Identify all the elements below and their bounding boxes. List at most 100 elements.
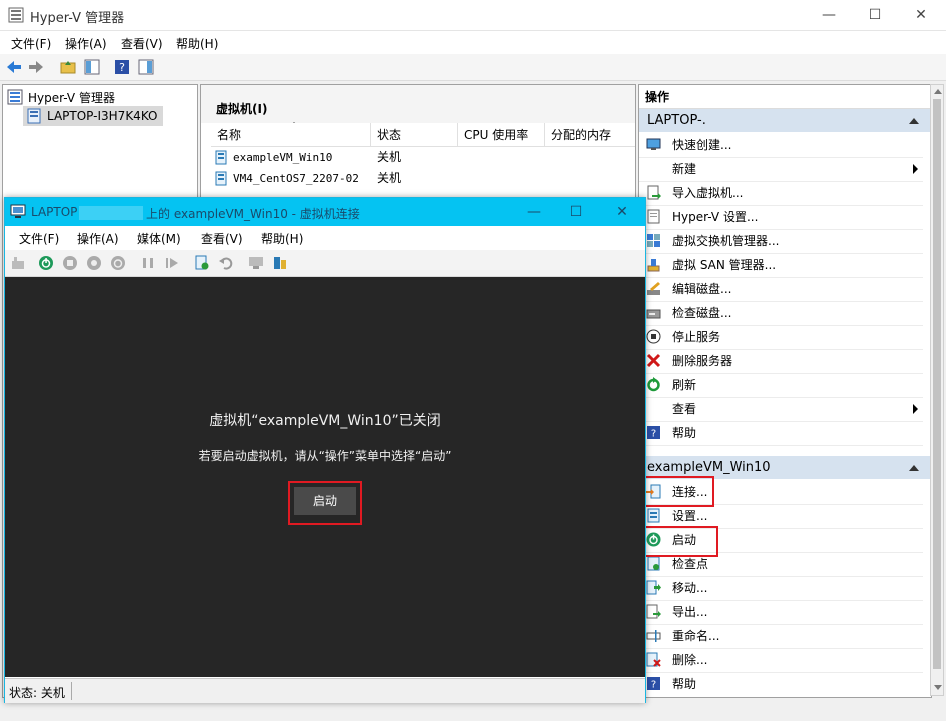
server-section-label: LAPTOP-. [647, 113, 706, 128]
vm-close-button[interactable]: ✕ [599, 198, 645, 226]
revert-icon[interactable] [218, 255, 234, 271]
back-arrow-icon[interactable] [5, 58, 23, 76]
vm-menu-media[interactable]: 媒体(M) [137, 230, 181, 247]
help-icon: ? [647, 426, 660, 440]
maximize-button[interactable]: ☐ [852, 0, 898, 30]
maximize-icon: ☐ [569, 204, 583, 220]
virtual-san-icon [647, 259, 660, 272]
vm-menu-help[interactable]: 帮助(H) [261, 230, 303, 247]
vm-maximize-button[interactable]: ☐ [553, 198, 599, 226]
vm-list-title: 虚拟机(I) [216, 102, 268, 116]
action-view[interactable]: 查看 [639, 397, 923, 422]
server-icon [27, 108, 41, 124]
action-export[interactable]: 导出... [639, 600, 923, 625]
vm-display[interactable]: 虚拟机“exampleVM_Win10”已关闭 若要启动虚拟机，请从“操作”菜单… [5, 277, 645, 677]
scroll-down-arrow-icon[interactable] [934, 685, 942, 690]
action-hyperv-settings[interactable]: Hyper-V 设置... [639, 205, 923, 230]
checkpoint-icon[interactable] [194, 255, 210, 271]
action-remove-server[interactable]: 删除服务器 [639, 349, 923, 374]
tree-root-label[interactable]: Hyper-V 管理器 [28, 89, 115, 106]
scroll-up-arrow-icon[interactable] [934, 89, 942, 94]
forward-arrow-icon[interactable] [27, 58, 45, 76]
menu-bar: 文件(F) 操作(A) 查看(V) 帮助(H) [0, 31, 946, 54]
share-icon[interactable] [272, 255, 288, 271]
inspect-disk-icon [646, 309, 661, 319]
show-tree-icon[interactable] [83, 58, 101, 76]
highlight-connect [637, 476, 714, 507]
collapse-icon [909, 118, 919, 124]
help-icon[interactable]: ? [113, 58, 131, 76]
shutdown-icon[interactable] [86, 255, 102, 271]
vm-menu-view[interactable]: 查看(V) [201, 230, 243, 247]
action-import-vm[interactable]: 导入虚拟机... [639, 181, 923, 206]
column-state[interactable]: 状态 [371, 123, 458, 147]
vm-name: exampleVM_Win10 [233, 151, 333, 164]
save-state-icon[interactable] [110, 255, 126, 271]
action-edit-disk[interactable]: 编辑磁盘... [639, 277, 923, 302]
action-virtual-switch-manager[interactable]: 虚拟交换机管理器... [639, 229, 923, 254]
action-inspect-disk[interactable]: 检查磁盘... [639, 301, 923, 326]
virtual-switch-icon [647, 234, 660, 247]
action-help-vm[interactable]: ? 帮助 [639, 672, 923, 696]
close-button[interactable]: ✕ [898, 0, 944, 30]
action-new[interactable]: 新建 [639, 157, 923, 182]
action-virtual-san-manager[interactable]: 虚拟 SAN 管理器... [639, 253, 923, 278]
toolbar: ? [0, 54, 946, 81]
vm-settings-icon [647, 508, 660, 523]
menu-file[interactable]: 文件(F) [11, 35, 51, 52]
remove-x-icon [646, 353, 661, 368]
minimize-icon: — [822, 7, 836, 23]
vm-row[interactable]: VM4_CentOS7_2207-02 关机 [211, 168, 635, 189]
title-bar[interactable]: Hyper-V 管理器 — ☐ ✕ [0, 0, 946, 31]
start-vm-icon[interactable] [38, 255, 54, 271]
quick-create-icon [646, 138, 661, 150]
vm-menu-action[interactable]: 操作(A) [77, 230, 119, 247]
column-cpu[interactable]: CPU 使用率 [458, 123, 545, 147]
column-memory[interactable]: 分配的内存 [545, 123, 635, 147]
vm-name: VM4_CentOS7_2207-02 [233, 172, 359, 185]
turn-off-icon[interactable] [62, 255, 78, 271]
stop-service-icon [646, 329, 661, 344]
vm-start-hint: 若要启动虚拟机，请从“操作”菜单中选择“启动” [198, 449, 452, 463]
show-action-pane-icon[interactable] [137, 58, 155, 76]
vm-minimize-button[interactable]: — [511, 198, 557, 226]
pause-icon[interactable] [140, 255, 156, 271]
action-quick-create[interactable]: 快速创建... [639, 133, 923, 158]
minimize-icon: — [527, 204, 541, 220]
action-refresh[interactable]: 刷新 [639, 373, 923, 398]
maximize-icon: ☐ [868, 7, 882, 23]
vm-connection-title-bar[interactable]: LAPTOP 上的 exampleVM_Win10 - 虚拟机连接 — ☐ ✕ [5, 198, 645, 226]
actions-scrollbar[interactable] [930, 84, 944, 696]
vm-connection-window: LAPTOP 上的 exampleVM_Win10 - 虚拟机连接 — ☐ ✕ … [4, 197, 646, 703]
action-stop-service[interactable]: 停止服务 [639, 325, 923, 350]
action-move[interactable]: 移动... [639, 576, 923, 601]
menu-help[interactable]: 帮助(H) [176, 35, 218, 52]
close-icon: ✕ [616, 204, 628, 220]
menu-action[interactable]: 操作(A) [65, 35, 107, 52]
settings-doc-icon [647, 209, 660, 224]
vm-toolbar [5, 250, 645, 277]
enhanced-session-icon[interactable] [248, 255, 264, 271]
vm-state: 关机 [377, 150, 402, 164]
vm-title-host: LAPTOP [31, 205, 78, 219]
minimize-button[interactable]: — [806, 0, 852, 30]
svg-text:?: ? [119, 61, 125, 74]
ctrl-alt-del-icon[interactable] [10, 255, 26, 271]
scroll-thumb[interactable] [933, 99, 941, 669]
menu-view[interactable]: 查看(V) [121, 35, 163, 52]
action-help-server[interactable]: ? 帮助 [639, 421, 923, 446]
server-actions-header[interactable]: LAPTOP-. [639, 109, 931, 132]
highlight-start [637, 526, 718, 557]
up-folder-icon[interactable] [59, 58, 77, 76]
action-rename[interactable]: 重命名... [639, 624, 923, 649]
vm-menu-file[interactable]: 文件(F) [19, 230, 59, 247]
tree-server-node[interactable]: LAPTOP-I3H7K4KO [23, 106, 163, 126]
column-name[interactable]: 名称 [211, 123, 371, 147]
svg-text:?: ? [651, 429, 656, 440]
import-vm-icon [647, 185, 661, 200]
window-title: Hyper-V 管理器 [30, 11, 125, 26]
action-delete[interactable]: 删除... [639, 648, 923, 673]
resume-icon[interactable] [164, 255, 180, 271]
vm-row[interactable]: exampleVM_Win10 关机 [211, 147, 635, 168]
vm-status-text: 状态: 关机 [9, 686, 65, 700]
